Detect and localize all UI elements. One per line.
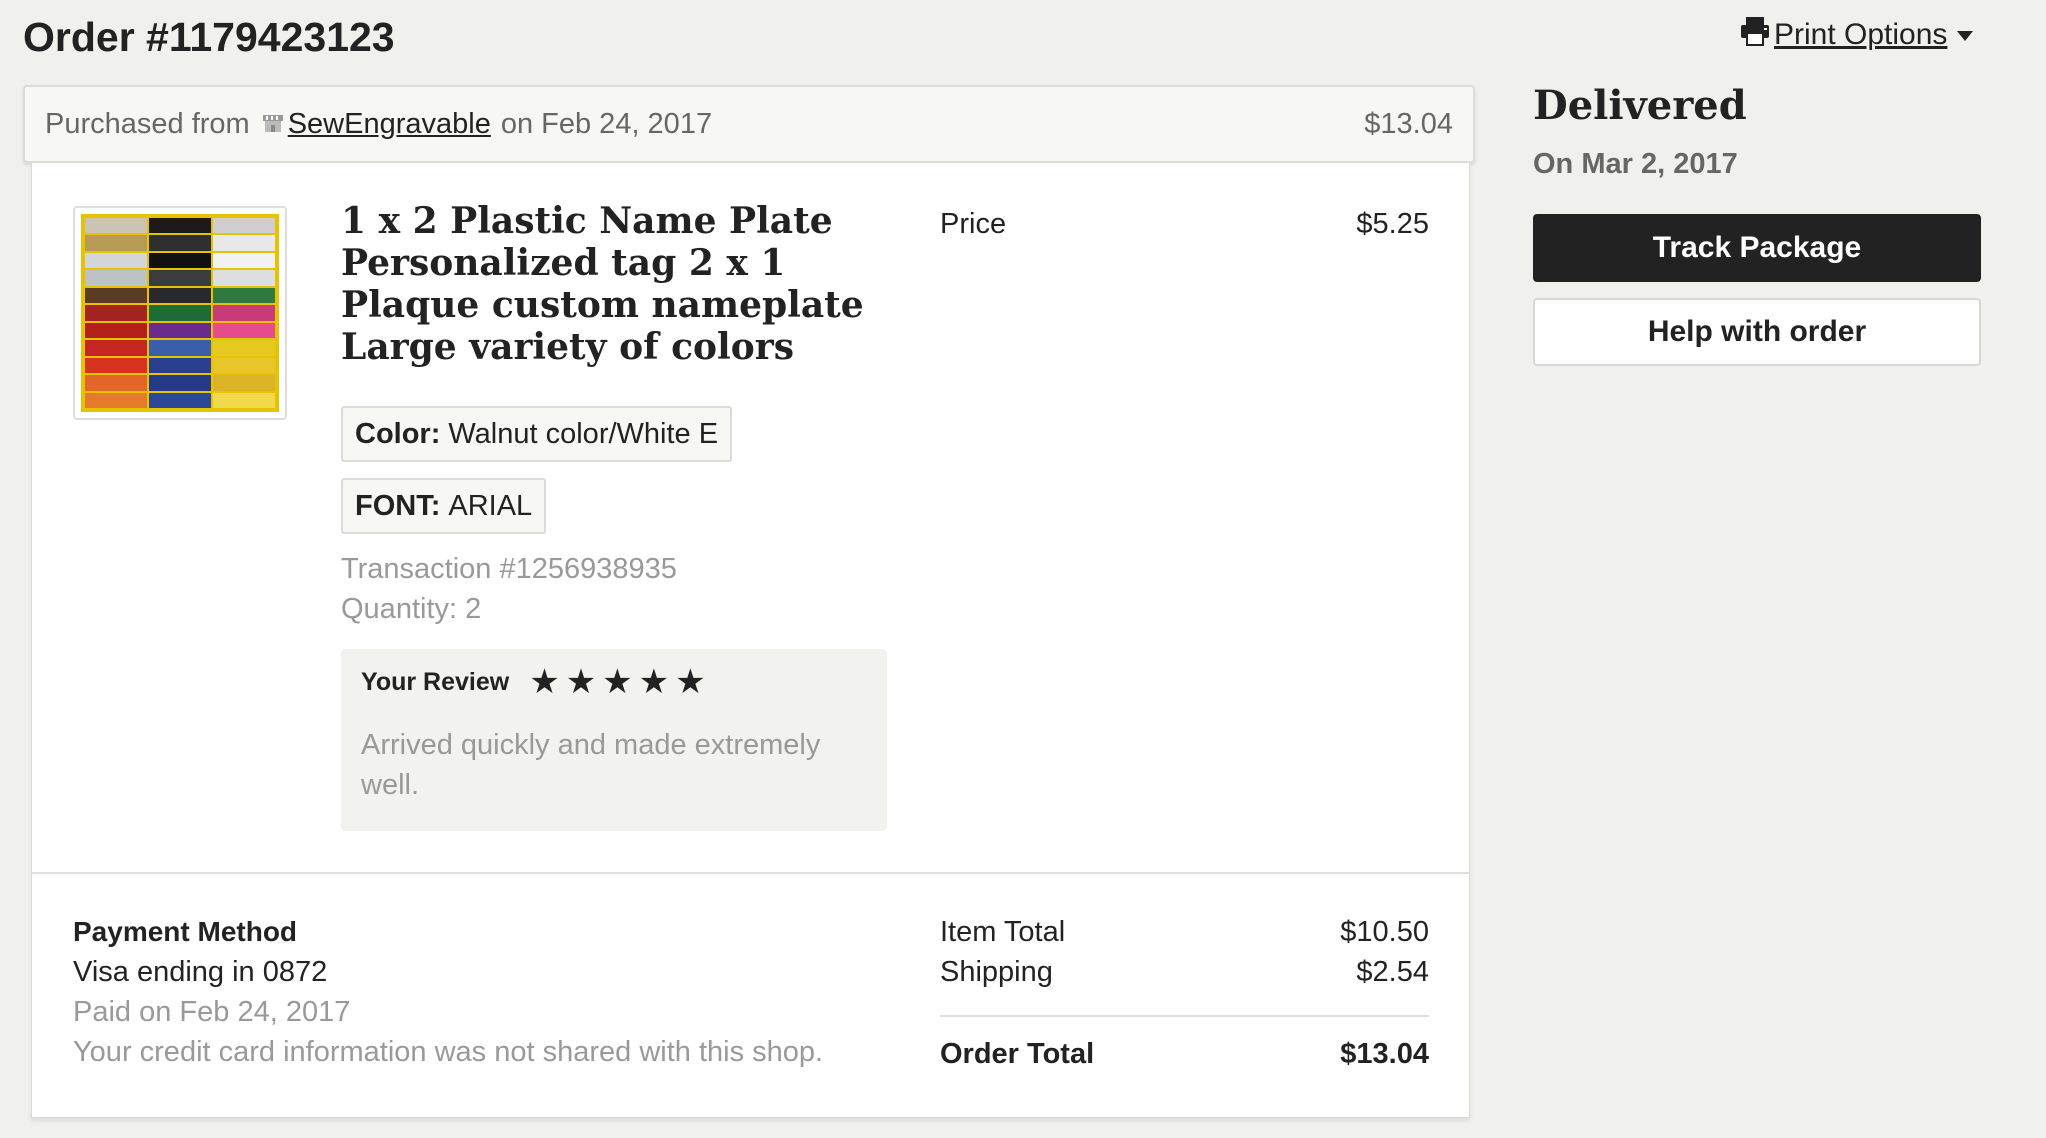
item-total-value: $10.50	[1340, 916, 1429, 948]
variation-color: Color: Walnut color/White E	[341, 406, 733, 462]
order-item-card: 1 x 2 Plastic Name Plate Personalized ta…	[31, 163, 1470, 1118]
help-with-order-button[interactable]: Help with order	[1533, 298, 1981, 366]
shipping-value: $2.54	[1356, 956, 1429, 988]
delivery-status: Delivered	[1533, 82, 1747, 129]
payment-privacy-note: Your credit card information was not sha…	[73, 1036, 824, 1068]
variation-font-name: FONT:	[355, 489, 441, 522]
section-divider	[32, 872, 1469, 874]
purchase-total: $13.04	[1364, 107, 1453, 140]
print-options-label[interactable]: Print Options	[1774, 18, 1947, 52]
purchase-info-bar: Purchased from SewEngravable on Feb 24, …	[23, 85, 1475, 163]
caret-down-icon	[1957, 31, 1974, 41]
transaction-number: Transaction #1256938935	[341, 553, 677, 585]
quantity: Quantity: 2	[341, 593, 482, 625]
item-thumbnail[interactable]	[73, 206, 287, 420]
payment-card: Visa ending in 0872	[73, 956, 328, 988]
variation-color-name: Color:	[355, 417, 441, 450]
star-icon: ★	[529, 663, 560, 701]
shipping-row: Shipping $2.54	[940, 956, 1429, 989]
summary-divider	[940, 1015, 1429, 1017]
star-icon: ★	[638, 663, 670, 701]
price-label: Price	[940, 208, 1007, 240]
review-label: Your Review	[361, 667, 510, 696]
item-title-link[interactable]: 1 x 2 Plastic Name Plate Personalized ta…	[341, 200, 881, 368]
order-title: Order #1179423123	[23, 14, 395, 60]
printer-icon	[1740, 16, 1770, 54]
delivery-date: On Mar 2, 2017	[1533, 148, 1738, 180]
star-icon: ★	[565, 663, 597, 701]
purchased-from-label: Purchased from	[45, 107, 250, 140]
shop-icon	[262, 108, 284, 141]
variation-color-value: Walnut color/White E	[448, 417, 719, 450]
order-total-value: $13.04	[1340, 1038, 1429, 1070]
shop-link[interactable]: SewEngravable	[288, 108, 491, 141]
price-value: $5.25	[1356, 208, 1429, 240]
purchase-date: on Feb 24, 2017	[500, 107, 713, 140]
payment-method-heading: Payment Method	[73, 916, 298, 947]
variation-font: FONT: ARIAL	[341, 478, 547, 534]
star-icon: ★	[602, 663, 633, 701]
item-total-row: Item Total $10.50	[940, 916, 1429, 949]
order-total-label: Order Total	[940, 1038, 1095, 1070]
review-text: Arrived quickly and made extremely well.	[361, 729, 821, 801]
payment-date: Paid on Feb 24, 2017	[73, 996, 351, 1028]
star-icon: ★	[675, 663, 706, 701]
print-options-dropdown[interactable]: Print Options	[1740, 16, 1974, 54]
order-total-row: Order Total $13.04	[940, 1038, 1429, 1071]
shipping-label: Shipping	[940, 956, 1053, 988]
nameplate-color-swatches	[81, 214, 279, 412]
item-total-label: Item Total	[940, 916, 1066, 948]
review-box: Your Review ★ ★ ★ ★ ★ Arrived quickly an…	[341, 649, 887, 831]
track-package-button[interactable]: Track Package	[1533, 214, 1981, 282]
star-rating: ★ ★ ★ ★ ★	[529, 663, 706, 701]
variation-font-value: ARIAL	[448, 489, 533, 522]
